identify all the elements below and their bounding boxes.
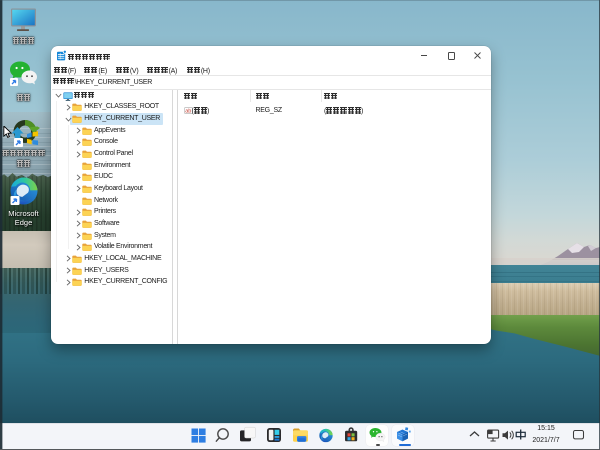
svg-text:ab: ab bbox=[185, 108, 191, 114]
